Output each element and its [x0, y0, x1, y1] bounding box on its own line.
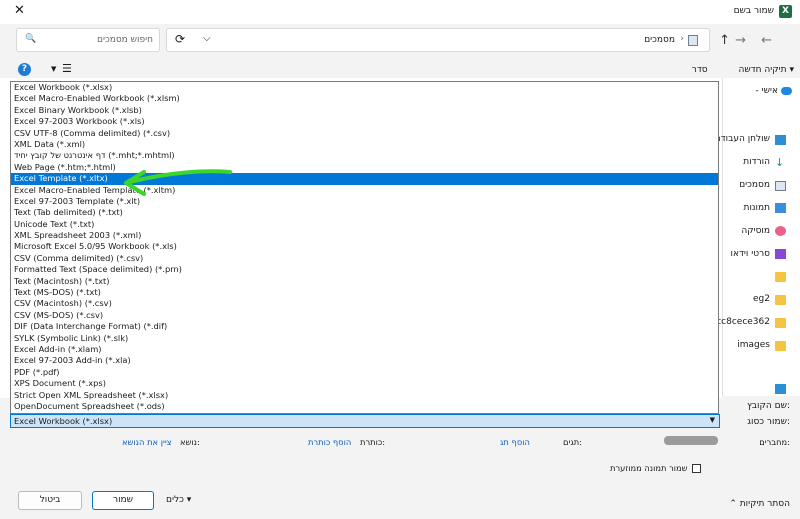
- annotation-arrow-icon: [124, 169, 232, 196]
- file-type-option[interactable]: Text (MS-DOS) (*.txt): [11, 287, 718, 298]
- address-bar[interactable]: › מסמכים ⌵ ⟳: [166, 28, 710, 52]
- hide-folders-button[interactable]: ⌃ הסתר תיקיות: [729, 499, 790, 509]
- save-as-type-value: Excel Workbook (*.xlsx): [14, 416, 113, 426]
- sidebar-item-desktop[interactable]: שולחן העבודה: [715, 134, 770, 144]
- title-label: כותרת:: [360, 437, 386, 447]
- file-type-option[interactable]: Unicode Text (*.txt): [11, 219, 718, 230]
- sidebar-item-folder[interactable]: images: [737, 340, 770, 350]
- search-placeholder: חיפוש מסמכים: [96, 35, 153, 45]
- pictures-icon: [775, 203, 786, 213]
- window-title: שמור בשם: [733, 6, 774, 16]
- search-input[interactable]: חיפוש מסמכים 🔍: [16, 28, 160, 52]
- file-type-option[interactable]: CSV (MS-DOS) (*.csv): [11, 310, 718, 321]
- author-value[interactable]: [664, 436, 718, 445]
- file-type-option[interactable]: OpenDocument Spreadsheet (*.ods): [11, 401, 718, 412]
- new-folder-button[interactable]: תיקיה חדשה: [738, 65, 786, 75]
- sidebar-item-documents[interactable]: מסמכים: [739, 180, 770, 190]
- filename-label: שם הקובץ:: [746, 401, 790, 411]
- chevron-down-icon: ▼: [709, 416, 715, 424]
- savetype-label: שמור כסוג:: [747, 417, 790, 427]
- folder-icon: [775, 295, 786, 305]
- desktop-icon: [775, 135, 786, 145]
- sidebar-item-cloud[interactable]: - אישי: [755, 86, 778, 96]
- excel-logo-icon: X: [779, 5, 792, 18]
- chevron-down-icon[interactable]: ▼: [51, 65, 56, 73]
- add-tag-link[interactable]: הוסף תג: [500, 437, 530, 447]
- subject-label: נושא:: [180, 437, 200, 447]
- history-dropdown-icon[interactable]: ⌵: [203, 33, 211, 44]
- file-type-option[interactable]: Excel 97-2003 Add-in (*.xla): [11, 355, 718, 366]
- path-separator: ›: [680, 34, 684, 44]
- save-as-type-select[interactable]: Excel Workbook (*.xlsx) ▼: [10, 414, 720, 428]
- cancel-button[interactable]: ביטול: [18, 491, 82, 510]
- folder-icon: [775, 341, 786, 351]
- add-title-link[interactable]: הוסף כותרת: [308, 437, 351, 447]
- set-subject-link[interactable]: ציין את הנושא: [122, 437, 172, 447]
- file-type-option[interactable]: Excel 97-2003 Workbook (*.xls): [11, 116, 718, 127]
- sidebar-item-folder[interactable]: eg2: [753, 294, 770, 304]
- file-type-option[interactable]: XPS Document (*.xps): [11, 378, 718, 389]
- file-type-option[interactable]: Excel Binary Workbook (*.xlsb): [11, 105, 718, 116]
- file-type-option[interactable]: Text (Tab delimited) (*.txt): [11, 207, 718, 218]
- file-type-option[interactable]: Microsoft Excel 5.0/95 Workbook (*.xls): [11, 241, 718, 252]
- up-arrow-icon[interactable]: ↑: [719, 33, 730, 48]
- sidebar-item-music[interactable]: מוסיקה: [741, 226, 770, 236]
- file-type-option[interactable]: Excel Macro-Enabled Workbook (*.xlsm): [11, 93, 718, 104]
- authors-label: מחברים:: [759, 437, 790, 447]
- cloud-icon: [781, 87, 792, 95]
- file-type-option[interactable]: Text (Macintosh) (*.txt): [11, 276, 718, 287]
- tools-menu-button[interactable]: כלים ▾: [166, 495, 191, 505]
- save-thumbnail-label[interactable]: שמור תמונה ממוזערת: [610, 463, 688, 473]
- documents-icon: [775, 181, 786, 191]
- file-type-option[interactable]: DIF (Data Interchange Format) (*.dif): [11, 321, 718, 332]
- toolbar-right: תיקיה חדשה סדר ▾: [692, 65, 794, 75]
- title-bar: [0, 0, 800, 24]
- folder-icon: [775, 318, 786, 328]
- navigation-sidebar[interactable]: - אישי שולחן העבודה הורדות ↓ מסמכים תמונ…: [705, 78, 800, 396]
- documents-folder-icon: [688, 35, 698, 46]
- computer-icon: [775, 384, 786, 394]
- tags-label: תגים:: [563, 437, 583, 447]
- view-options-icon[interactable]: ☰: [62, 62, 72, 75]
- save-as-type-dropdown-list[interactable]: Excel Workbook (*.xlsx) Excel Macro-Enabl…: [10, 81, 719, 414]
- file-type-option[interactable]: Formatted Text (Space delimited) (*.prn): [11, 264, 718, 275]
- music-icon: [775, 226, 786, 236]
- sidebar-item-downloads[interactable]: הורדות: [743, 157, 770, 167]
- file-type-option[interactable]: Excel Workbook (*.xlsx): [11, 82, 718, 93]
- sidebar-item-videos[interactable]: סרטי וידאו: [731, 249, 770, 259]
- refresh-icon[interactable]: ⟳: [175, 32, 185, 46]
- address-path[interactable]: מסמכים: [644, 35, 675, 45]
- file-type-option[interactable]: XML Spreadsheet 2003 (*.xml): [11, 230, 718, 241]
- file-type-option[interactable]: SYLK (Symbolic Link) (*.slk): [11, 333, 718, 344]
- back-arrow-icon[interactable]: ←: [761, 33, 772, 48]
- forward-arrow-icon[interactable]: →: [735, 33, 746, 48]
- save-thumbnail-checkbox[interactable]: [692, 464, 701, 473]
- videos-icon: [775, 249, 786, 259]
- folder-icon: [775, 272, 786, 282]
- sidebar-item-pictures[interactable]: תמונות: [744, 203, 770, 213]
- help-icon[interactable]: ?: [18, 63, 31, 76]
- file-type-option[interactable]: Strict Open XML Spreadsheet (*.xlsx): [11, 390, 718, 401]
- file-type-option[interactable]: XML Data (*.xml): [11, 139, 718, 150]
- search-icon: 🔍: [25, 34, 37, 44]
- close-icon[interactable]: ✕: [14, 3, 25, 18]
- save-button[interactable]: שמור: [92, 491, 154, 510]
- file-type-option[interactable]: PDF (*.pdf): [11, 367, 718, 378]
- file-type-option[interactable]: CSV (Comma delimited) (*.csv): [11, 253, 718, 264]
- download-icon: ↓: [775, 156, 785, 169]
- file-type-option[interactable]: CSV (Macintosh) (*.csv): [11, 298, 718, 309]
- file-type-option[interactable]: Excel Add-in (*.xlam): [11, 344, 718, 355]
- file-type-option[interactable]: CSV UTF-8 (Comma delimited) (*.csv): [11, 128, 718, 139]
